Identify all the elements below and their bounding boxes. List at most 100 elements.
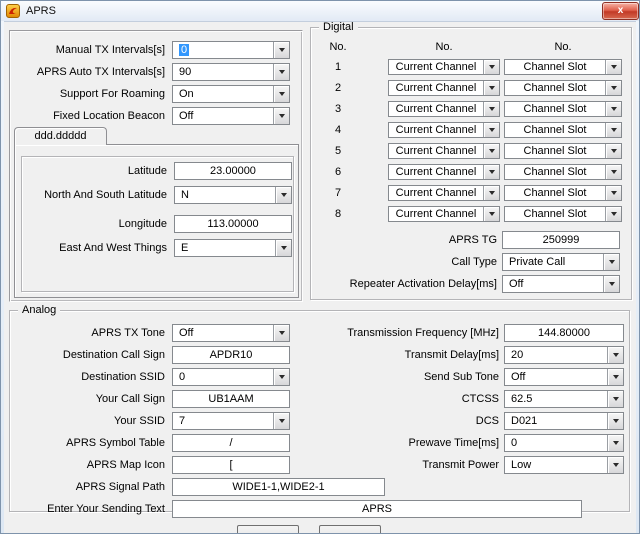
aprs-symbol-table-input[interactable] (172, 434, 290, 452)
title-bar[interactable]: APRS x (1, 1, 639, 21)
repeater-activation-delay-select[interactable]: Off (502, 275, 620, 293)
aprs-tx-tone-select[interactable]: Off (172, 324, 290, 342)
chevron-down-icon[interactable] (273, 64, 289, 80)
bottom-button-1[interactable] (237, 525, 299, 533)
destination-ssid-select[interactable]: 0 (172, 368, 290, 386)
app-icon (6, 4, 20, 18)
channel-select[interactable]: Current Channel (388, 59, 500, 75)
chevron-down-icon[interactable] (273, 108, 289, 124)
chevron-down-icon[interactable] (483, 123, 499, 137)
tab-ddd-ddddd[interactable]: ddd.ddddd (14, 127, 107, 145)
chevron-down-icon[interactable] (603, 254, 619, 270)
chevron-down-icon[interactable] (483, 60, 499, 74)
chevron-down-icon[interactable] (605, 207, 621, 221)
channel-select[interactable]: Current Channel (388, 185, 500, 201)
channel-select[interactable]: Current Channel (388, 122, 500, 138)
latitude-input[interactable] (174, 162, 292, 180)
channel-select[interactable]: Current Channel (388, 143, 500, 159)
channel-select[interactable]: Current Channel (388, 101, 500, 117)
chevron-down-icon[interactable] (607, 413, 623, 429)
aprs-map-icon-input[interactable] (172, 456, 290, 474)
chevron-down-icon[interactable] (607, 391, 623, 407)
aprs-auto-tx-intervals-select[interactable]: 90 (172, 63, 290, 81)
chevron-down-icon[interactable] (275, 187, 291, 203)
dcs-label: DCS (314, 415, 499, 427)
east-west-label: East And West Things (22, 242, 167, 254)
combo-value: 0 (173, 42, 273, 58)
aprs-signal-path-input[interactable] (172, 478, 385, 496)
slot-select[interactable]: Channel Slot (504, 164, 622, 180)
chevron-down-icon[interactable] (605, 144, 621, 158)
channel-select[interactable]: Current Channel (388, 164, 500, 180)
prewave-time-select[interactable]: 0 (504, 434, 624, 452)
analog-group-caption: Analog (18, 304, 60, 317)
ctcss-select[interactable]: 62.5 (504, 390, 624, 408)
bottom-button-2[interactable] (319, 525, 381, 533)
chevron-down-icon[interactable] (607, 457, 623, 473)
call-type-select[interactable]: Private Call (502, 253, 620, 271)
close-button[interactable]: x (602, 2, 639, 20)
chevron-down-icon[interactable] (273, 325, 289, 341)
slot-select[interactable]: Channel Slot (504, 80, 622, 96)
slot-select[interactable]: Channel Slot (504, 185, 622, 201)
chevron-down-icon[interactable] (605, 123, 621, 137)
chevron-down-icon[interactable] (483, 207, 499, 221)
combo-value: N (175, 187, 275, 203)
form-row: Transmit Power Low (314, 456, 624, 474)
slot-select[interactable]: Channel Slot (504, 206, 622, 222)
chevron-down-icon[interactable] (483, 102, 499, 116)
chevron-down-icon[interactable] (603, 276, 619, 292)
chevron-down-icon[interactable] (483, 144, 499, 158)
chevron-down-icon[interactable] (483, 81, 499, 95)
fixed-location-beacon-select[interactable]: Off (172, 107, 290, 125)
channel-select[interactable]: Current Channel (388, 80, 500, 96)
chevron-down-icon[interactable] (605, 102, 621, 116)
row-number: 6 (319, 166, 357, 178)
column-header: No. (388, 41, 500, 53)
aprs-tg-input[interactable] (502, 231, 620, 249)
east-west-select[interactable]: E (174, 239, 292, 257)
chevron-down-icon[interactable] (275, 240, 291, 256)
aprs-tx-tone-label: APRS TX Tone (10, 327, 165, 339)
sending-text-input[interactable] (172, 500, 582, 518)
repeater-activation-delay-label: Repeater Activation Delay[ms] (311, 278, 497, 290)
your-call-sign-input[interactable] (172, 390, 290, 408)
chevron-down-icon[interactable] (273, 369, 289, 385)
form-row: CTCSS 62.5 (314, 390, 624, 408)
send-sub-tone-select[interactable]: Off (504, 368, 624, 386)
digital-row: 6 Current ChannelChannel Slot (311, 164, 631, 180)
dcs-select[interactable]: D021 (504, 412, 624, 430)
longitude-input[interactable] (174, 215, 292, 233)
chevron-down-icon[interactable] (607, 369, 623, 385)
chevron-down-icon[interactable] (273, 86, 289, 102)
chevron-down-icon[interactable] (607, 435, 623, 451)
transmit-delay-select[interactable]: 20 (504, 346, 624, 364)
chevron-down-icon[interactable] (273, 42, 289, 58)
slot-select[interactable]: Channel Slot (504, 122, 622, 138)
chevron-down-icon[interactable] (605, 165, 621, 179)
chevron-down-icon[interactable] (605, 60, 621, 74)
slot-select[interactable]: Channel Slot (504, 101, 622, 117)
chevron-down-icon[interactable] (605, 186, 621, 200)
slot-select[interactable]: Channel Slot (504, 143, 622, 159)
chevron-down-icon[interactable] (483, 165, 499, 179)
chevron-down-icon[interactable] (605, 81, 621, 95)
your-ssid-select[interactable]: 7 (172, 412, 290, 430)
manual-tx-intervals-select[interactable]: 0 (172, 41, 290, 59)
combo-value: Channel Slot (505, 144, 605, 158)
transmission-frequency-input[interactable] (504, 324, 624, 342)
channel-select[interactable]: Current Channel (388, 206, 500, 222)
combo-value: Private Call (503, 254, 603, 270)
transmit-power-select[interactable]: Low (504, 456, 624, 474)
form-row: North And South Latitude N (22, 186, 293, 204)
chevron-down-icon[interactable] (483, 186, 499, 200)
support-for-roaming-select[interactable]: On (172, 85, 290, 103)
combo-value: Channel Slot (505, 60, 605, 74)
chevron-down-icon[interactable] (273, 413, 289, 429)
north-south-select[interactable]: N (174, 186, 292, 204)
combo-value: Channel Slot (505, 81, 605, 95)
chevron-down-icon[interactable] (607, 347, 623, 363)
destination-call-sign-input[interactable] (172, 346, 290, 364)
transmission-frequency-label: Transmission Frequency [MHz] (314, 327, 499, 339)
slot-select[interactable]: Channel Slot (504, 59, 622, 75)
